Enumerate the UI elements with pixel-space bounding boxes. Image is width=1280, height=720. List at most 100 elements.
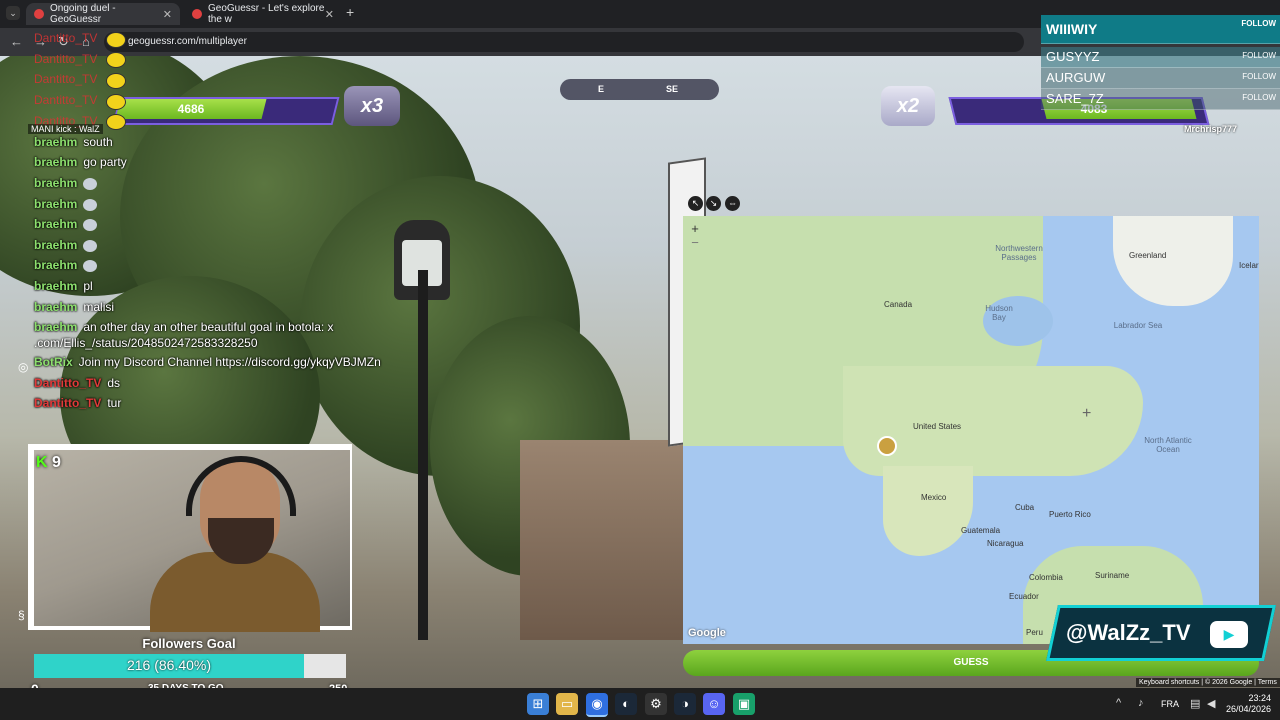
follower-name: GUSYYZ — [1046, 49, 1100, 64]
label-cuba: Cuba — [1015, 503, 1035, 512]
map-zoom-in-button[interactable]: + — [688, 222, 702, 236]
map-expand-icon[interactable]: ↘ — [706, 196, 721, 211]
address-bar[interactable]: geoguessr.com/multiplayer — [104, 32, 1024, 52]
tab-ongoing-duel[interactable]: Ongoing duel - GeoGuessr ✕ — [26, 3, 180, 25]
follower-row: SARE_7Z FOLLOW — [1041, 89, 1280, 110]
clock-time: 23:24 — [1248, 693, 1272, 703]
follower-row: WIIIWIY FOLLOW — [1041, 15, 1280, 44]
follower-action: FOLLOW — [1242, 93, 1276, 102]
tab-title: Ongoing duel - GeoGuessr — [50, 3, 116, 25]
map-pin-toggle-icon[interactable]: ⇔ — [725, 196, 740, 211]
chat-faded-username: Dantitto_TV — [34, 72, 98, 86]
system-tray-chevron-icon[interactable]: ^ — [1116, 697, 1121, 709]
microphone-icon[interactable]: ♪ — [1138, 697, 1144, 709]
chat-message: braehm — [34, 176, 98, 190]
emote-smiley-icon — [106, 32, 126, 48]
label-colombia: Colombia — [1029, 573, 1063, 582]
discord-icon[interactable]: ☺ — [703, 693, 725, 715]
follower-action: FOLLOW — [1242, 51, 1276, 60]
followers-goal-title: Followers Goal — [142, 636, 236, 651]
bot-icon: ◎ — [18, 360, 29, 374]
chat-kick-notice: MANI kick : WalZ — [28, 124, 103, 134]
steam-alt-icon[interactable]: ◑ — [674, 693, 696, 715]
streamer-shirt — [150, 552, 320, 632]
chrome-icon[interactable]: ◉ — [586, 693, 608, 717]
chat-text: south — [83, 135, 113, 149]
volume-icon[interactable]: ◀ — [1207, 697, 1215, 710]
follower-row: GUSYYZ FOLLOW — [1041, 47, 1280, 68]
chat-message: braehm — [34, 197, 98, 211]
label-iceland: Icelar — [1239, 261, 1259, 270]
google-logo: Google — [688, 627, 726, 639]
recent-followers-panel: WIIIWIY FOLLOW GUSYYZ FOLLOW AURGUW FOLLOW … — [1041, 15, 1280, 110]
chat-message: braehm go party — [34, 155, 127, 169]
emote-icon — [83, 239, 98, 252]
chat-message: braehm pl — [34, 279, 93, 293]
back-button[interactable]: ← — [10, 34, 23, 49]
label-labrador-sea: Labrador Sea — [1113, 321, 1163, 330]
compass-southeast: SE — [666, 84, 679, 94]
label-greenland: Greenland — [1129, 251, 1167, 260]
label-northwest-passages: Northwestern Passages — [995, 244, 1043, 262]
map-shrink-icon[interactable]: ↖ — [688, 196, 703, 211]
follower-action: FOLLOW — [1241, 19, 1276, 28]
close-tab-icon[interactable]: ✕ — [163, 8, 172, 21]
guess-pin-marker[interactable] — [877, 436, 897, 456]
chat-message: Dantitto_TV ds — [34, 376, 120, 390]
label-united-states: United States — [913, 422, 962, 431]
chat-text: pl — [83, 279, 93, 293]
tab-geoguessr-explore[interactable]: GeoGuessr - Let's explore the w ✕ — [184, 3, 342, 25]
followers-goal-value: 216 (86.40%) — [126, 657, 212, 673]
label-mexico: Mexico — [921, 493, 947, 502]
label-ecuador: Ecuador — [1009, 592, 1039, 601]
steam-icon[interactable]: ◐ — [615, 693, 637, 715]
kick-viewer-count: 9 — [52, 454, 61, 471]
player1-health-value: 4686 — [177, 102, 205, 116]
compass-east: E — [598, 84, 605, 94]
chat-text: tur — [107, 396, 122, 410]
chat-username: Dantitto_TV — [34, 376, 102, 390]
player1-multiplier: x3 — [344, 86, 400, 126]
youtube-logo-icon: ▶ — [1210, 621, 1248, 648]
guess-map[interactable]: Greenland Icelar Canada Northwestern Pas… — [683, 216, 1259, 644]
mod-badge: MANI — [31, 124, 54, 134]
greenland-landmass — [1113, 216, 1233, 306]
chat-message: braehm — [34, 238, 98, 252]
chat-username: braehm — [34, 258, 78, 272]
network-icon[interactable]: ▤ — [1190, 697, 1200, 710]
chat-message: braehm malisi — [34, 300, 114, 314]
file-explorer-icon[interactable]: ▭ — [556, 693, 578, 715]
chat-username: braehm — [34, 155, 78, 169]
player2-multiplier: x2 — [881, 86, 935, 126]
chat-text: ds — [107, 376, 121, 390]
chat-username: braehm — [34, 176, 78, 190]
taskbar-clock[interactable]: 23:24 26/04/2026 — [1226, 693, 1271, 715]
settings-gear-icon[interactable]: ⚙ — [645, 693, 667, 715]
close-tab-icon[interactable]: ✕ — [325, 8, 334, 21]
new-tab-button[interactable]: + — [346, 4, 354, 20]
map-attribution[interactable]: Keyboard shortcuts | © 2026 Google | Ter… — [1136, 678, 1280, 687]
label-nicaragua: Nicaragua — [987, 539, 1024, 548]
lamp-pole — [418, 270, 428, 640]
chat-username: braehm — [34, 217, 78, 231]
windows-start-icon[interactable]: ⊞ — [527, 693, 549, 715]
emote-icon — [83, 198, 98, 211]
emote-icon — [83, 177, 98, 190]
emote-smiley-icon — [106, 73, 126, 89]
input-language[interactable]: FRA — [1161, 699, 1179, 709]
map-zoom-out-button[interactable]: − — [688, 236, 702, 251]
compass[interactable]: E SE — [560, 79, 719, 100]
us-landmass — [843, 366, 1143, 476]
app-icon[interactable]: ▣ — [733, 693, 755, 715]
chat-username: braehm — [34, 300, 78, 314]
follower-action: FOLLOW — [1242, 72, 1276, 81]
windows-taskbar — [0, 688, 1280, 720]
tab-search-button[interactable]: ⌄ — [6, 6, 20, 20]
map-crosshair-icon: + — [1082, 405, 1092, 422]
follower-name: AURGUW — [1046, 70, 1106, 85]
chat-faded-username: Dantitto_TV — [34, 93, 98, 107]
label-north-atlantic: North Atlantic Ocean — [1144, 436, 1192, 454]
label-guatemala: Guatemala — [961, 526, 1001, 535]
emote-smiley-icon — [106, 94, 126, 110]
settings-icon[interactable]: § — [18, 608, 25, 622]
